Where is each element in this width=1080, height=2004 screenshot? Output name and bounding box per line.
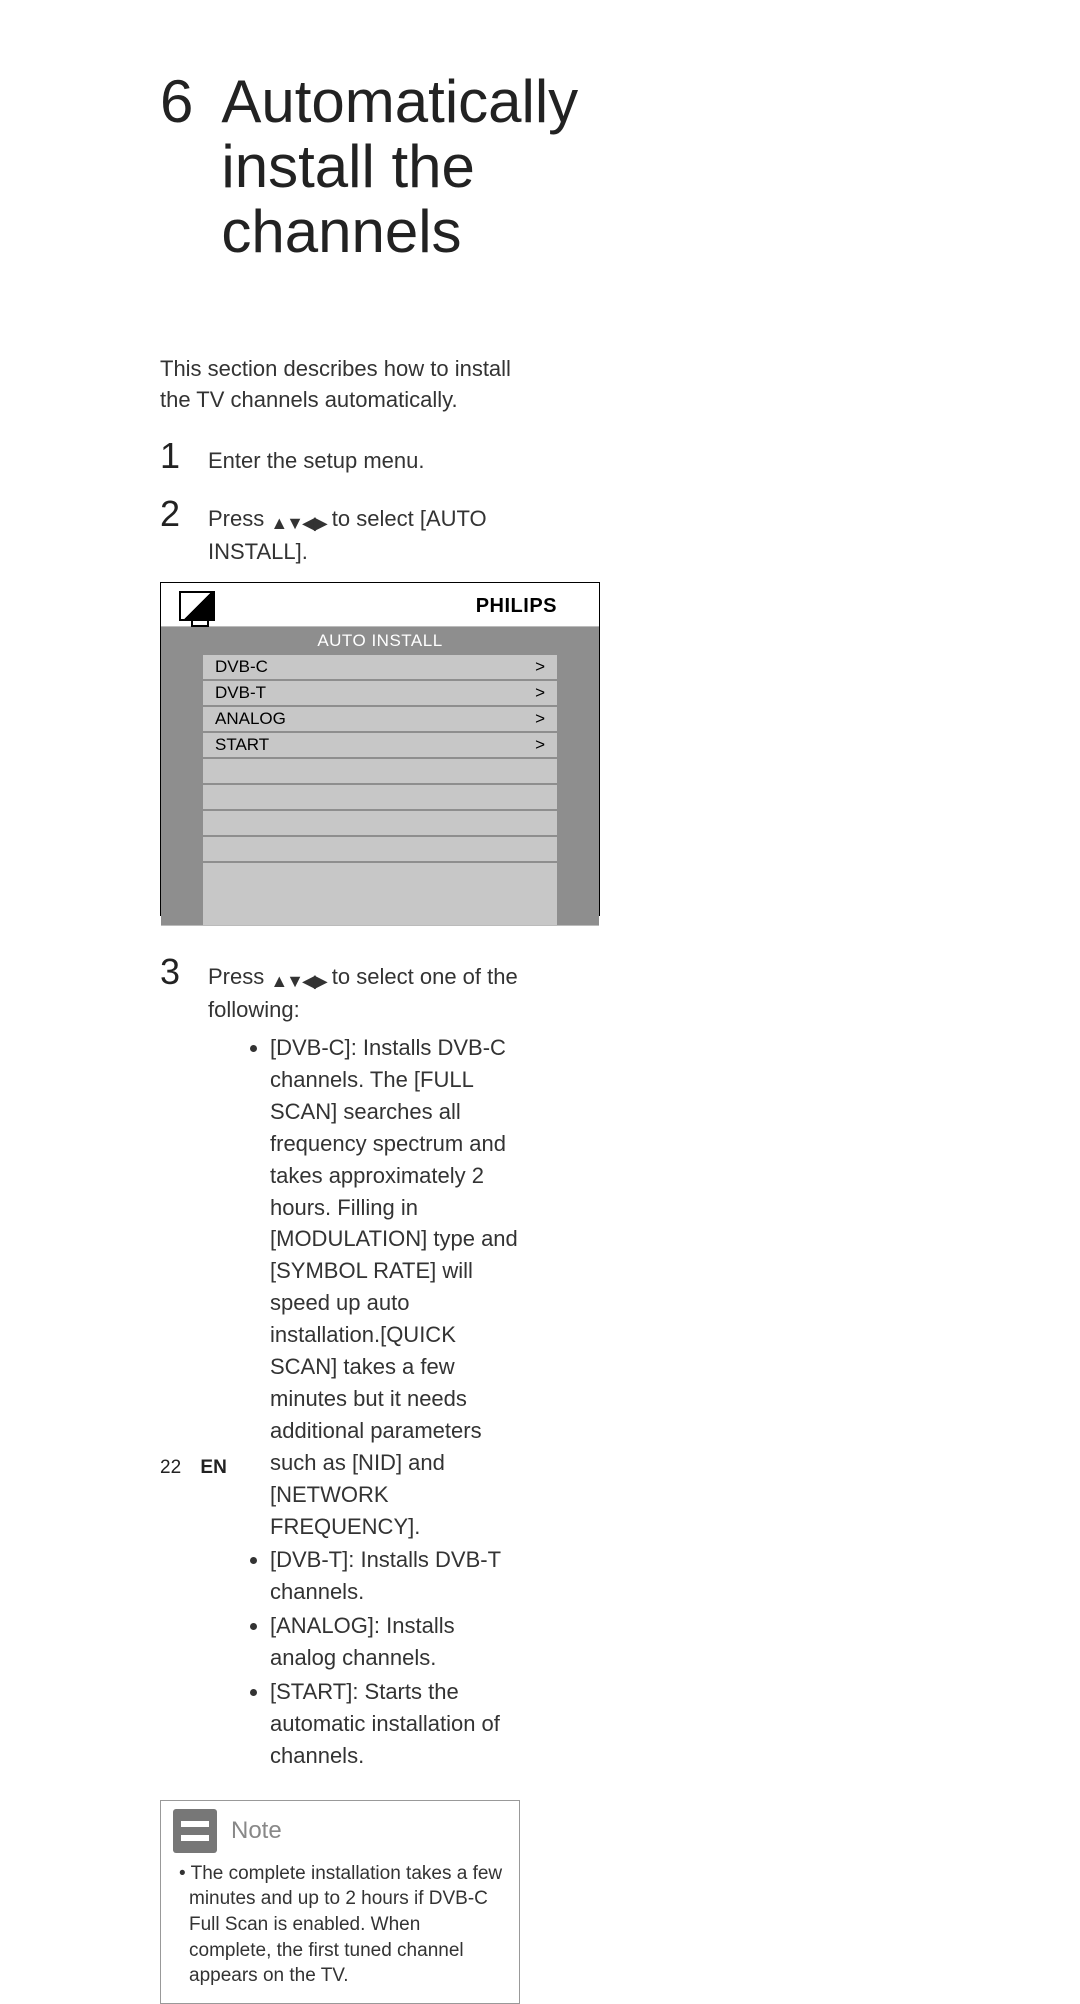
option-label: [DVB-T] [270,1547,348,1572]
option-text: . [414,1514,420,1539]
option-text: and [402,1450,445,1475]
tv-menu-list: DVB-C > DVB-T > ANALOG > START > [203,655,557,925]
tv-menu-screenshot: PHILIPS AUTO INSTALL DVB-C > DVB-T > ANALO… [160,582,600,916]
step-3-pre: Press [208,964,270,989]
step-1-text: Enter the setup menu. [208,445,520,477]
tv-menu-left-pad [161,655,203,925]
option-dvbc: [DVB-C]: Installs DVB-C channels. The [F… [270,1032,520,1542]
chapter-title: Automatically install the channels [221,70,578,264]
chevron-right-icon: > [535,657,545,677]
step-3: Press ▲▼◀▶ to select one of the followin… [160,946,520,1773]
tv-menu-header: PHILIPS [161,583,599,627]
page-language: EN [200,1457,226,1478]
chevron-right-icon: > [535,683,545,703]
tv-row-label: DVB-T [215,683,266,703]
tv-row-label: START [215,735,269,755]
note-body: • The complete installation takes a few … [161,1861,519,2003]
chevron-right-icon: > [535,709,545,729]
tv-menu-row: DVB-C > [203,655,557,681]
step-2-pre: Press [208,506,270,531]
step-2: Press ▲▼◀▶ to select [AUTO INSTALL]. [160,488,520,568]
tv-row-label: ANALOG [215,709,286,729]
page-footer: 22 EN [160,1457,227,1479]
tv-menu-row-empty [203,811,557,837]
tv-menu-row-empty [203,759,557,785]
step-2-end: . [302,539,308,564]
option-analog: [ANALOG]: Installs analog channels. [270,1610,520,1674]
tv-menu-row-empty [203,837,557,863]
tv-row-label: DVB-C [215,657,268,677]
option-token: [MODULATION] [270,1226,427,1251]
option-start: [START]: Starts the automatic installati… [270,1676,520,1772]
note-heading: Note [231,1817,282,1845]
intro-text: This section describes how to install th… [160,354,520,416]
note-box: Note • The complete installation takes a… [160,1800,520,2004]
option-token: [SYMBOL RATE] [270,1258,436,1283]
step-2-post: to select [326,506,420,531]
option-label: [START] [270,1679,352,1704]
chapter-heading: 6 Automatically install the channels [160,70,520,264]
brand-logo: PHILIPS [476,595,557,618]
monitor-icon [179,591,215,621]
step-1: Enter the setup menu. [160,430,520,482]
tv-menu-row: ANALOG > [203,707,557,733]
note-icon [173,1809,217,1853]
tv-menu-right-pad [557,655,599,925]
tv-menu-title: AUTO INSTALL [161,627,599,655]
bullet-icon: • [179,1863,186,1884]
nav-arrows-icon: ▲▼◀▶ [270,510,325,536]
tv-menu-footer [161,925,599,943]
chapter-number: 6 [160,70,193,135]
option-dvbt: [DVB-T]: Installs DVB-T channels. [270,1544,520,1608]
tv-menu-row-empty [203,785,557,811]
option-label: [ANALOG] [270,1613,374,1638]
chevron-right-icon: > [535,735,545,755]
note-text: The complete installation takes a few mi… [189,1863,502,1987]
option-text: type and [427,1226,518,1251]
nav-arrows-icon: ▲▼◀▶ [270,968,325,994]
option-token: [NETWORK FREQUENCY] [270,1482,414,1539]
option-label: [DVB-C] [270,1035,351,1060]
tv-menu-row: START > [203,733,557,759]
tv-menu-row: DVB-T > [203,681,557,707]
option-token: [NID] [352,1450,402,1475]
step-2-text: Press ▲▼◀▶ to select [AUTO INSTALL]. [208,503,520,568]
page-number: 22 [160,1457,181,1478]
tv-menu-row-empty [203,863,557,887]
